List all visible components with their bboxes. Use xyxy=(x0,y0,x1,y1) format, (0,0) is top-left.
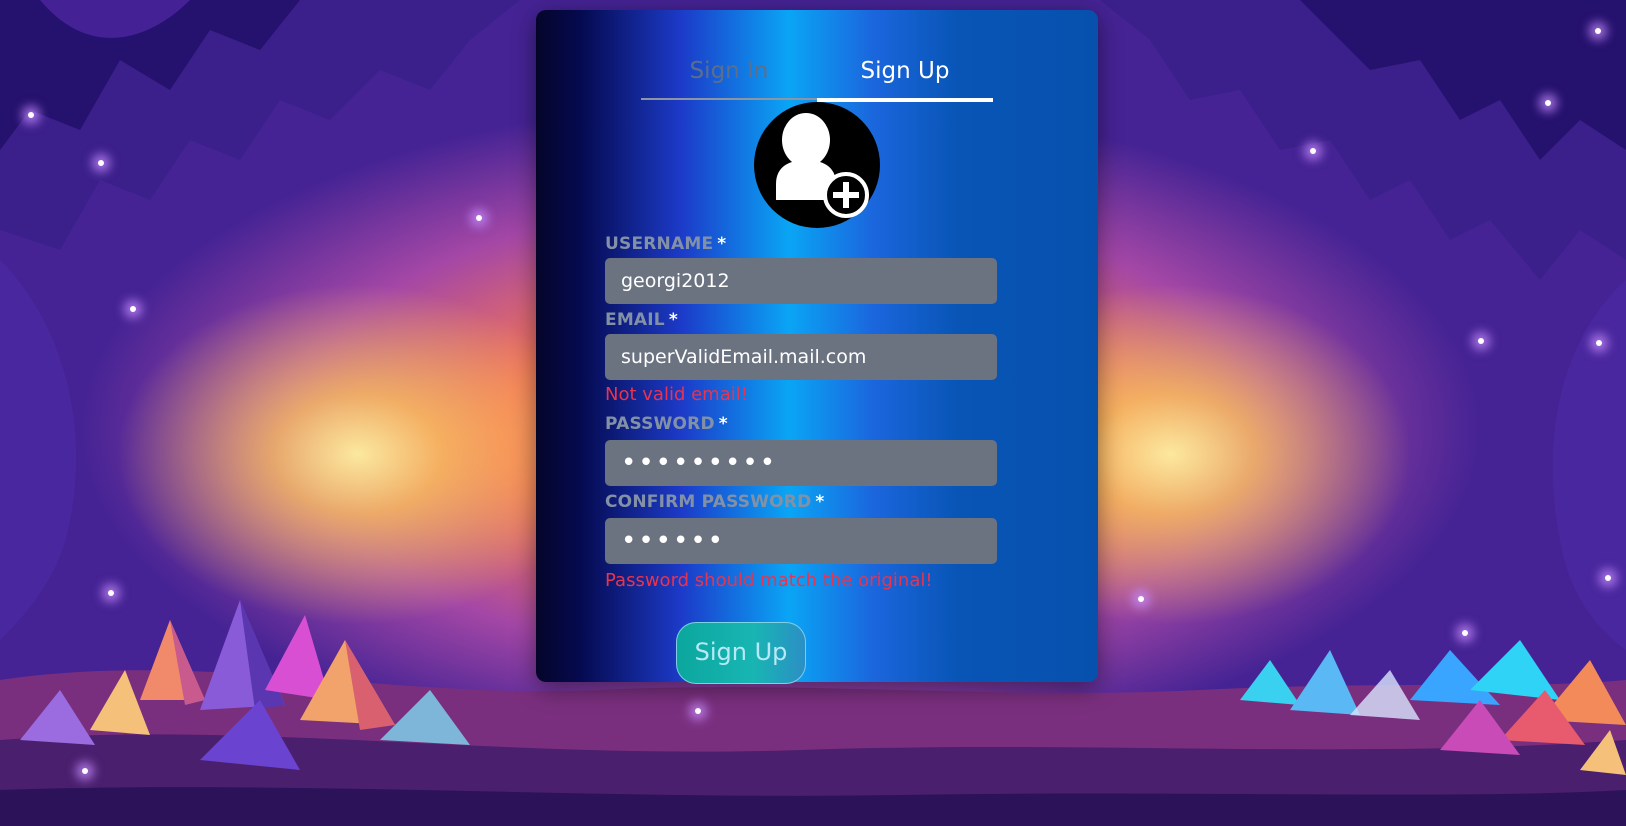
sparkle xyxy=(1545,100,1551,106)
sparkle xyxy=(695,708,701,714)
sparkle xyxy=(82,768,88,774)
sparkle xyxy=(28,112,34,118)
sparkle xyxy=(1596,340,1602,346)
email-label-text: EMAIL xyxy=(605,310,665,330)
required-asterisk: * xyxy=(718,414,728,434)
sparkle xyxy=(1595,28,1601,34)
required-asterisk: * xyxy=(668,310,678,330)
email-label: EMAIL * xyxy=(605,310,678,330)
sparkle xyxy=(98,160,104,166)
sparkle xyxy=(1138,596,1144,602)
username-input[interactable] xyxy=(605,258,997,304)
email-error: Not valid email! xyxy=(605,384,748,405)
tab-sign-in[interactable]: Sign In xyxy=(641,44,817,100)
auth-tabs: Sign In Sign Up xyxy=(641,44,993,102)
confirm-password-label-text: CONFIRM PASSWORD xyxy=(605,492,812,512)
auth-card: Sign In Sign Up USERNAME* EMAIL* Not val… xyxy=(536,10,1098,684)
tab-sign-up[interactable]: Sign Up xyxy=(817,44,993,102)
required-asterisk: * xyxy=(717,234,727,254)
avatar-upload[interactable] xyxy=(754,102,880,228)
add-user-icon xyxy=(776,113,869,218)
sign-up-button[interactable]: Sign Up xyxy=(676,622,806,684)
sparkle xyxy=(130,306,136,312)
sparkle xyxy=(1605,575,1611,581)
email-input[interactable] xyxy=(605,334,997,380)
username-label: USERNAME * xyxy=(605,234,726,254)
sparkle xyxy=(1478,338,1484,344)
sparkle xyxy=(1310,148,1316,154)
sparkle xyxy=(108,590,114,596)
required-asterisk: * xyxy=(815,492,825,512)
username-label-text: USERNAME xyxy=(605,234,714,254)
sparkle xyxy=(476,215,482,221)
password-label-text: PASSWORD xyxy=(605,414,715,434)
confirm-password-error: Password should match the original! xyxy=(605,570,933,591)
sparkle xyxy=(1462,630,1468,636)
password-label: PASSWORD * xyxy=(605,414,728,434)
confirm-password-label: CONFIRM PASSWORD * xyxy=(605,492,825,512)
password-input[interactable]: ••••••••• xyxy=(605,440,997,486)
confirm-password-input[interactable]: •••••• xyxy=(605,518,997,564)
